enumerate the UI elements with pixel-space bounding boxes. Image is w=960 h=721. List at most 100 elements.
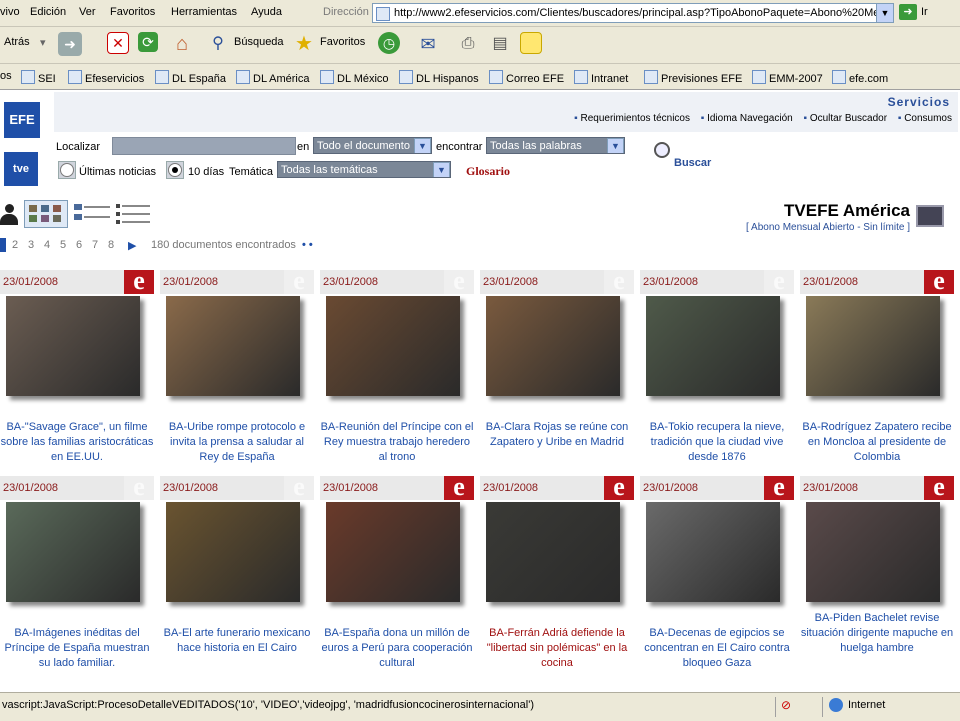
card-title-link[interactable]: BA-"Savage Grace", un filme sobre las fa… [0,420,154,465]
magnifier-icon[interactable] [654,142,670,158]
link-consumos[interactable]: Consumos [898,113,952,124]
search-button[interactable]: Búsqueda [234,36,284,48]
video-thumbnail[interactable] [646,296,780,396]
scope-select[interactable]: Todo el documento ▼ [313,137,432,154]
go-arrow-icon[interactable]: ➜ [899,4,917,20]
link-dl-espana[interactable]: DL España [155,70,226,85]
video-thumbnail[interactable] [166,296,300,396]
page-5[interactable]: 5 [60,239,66,251]
result-card[interactable]: 23/01/2008 e BA-España dona un millón de e… [320,474,474,672]
mail-icon[interactable]: ✉ [416,32,440,56]
page-6[interactable]: 6 [76,239,82,251]
result-card[interactable]: 23/01/2008 e BA-Decenas de egipcios se con… [640,474,794,672]
video-thumbnail[interactable] [6,502,140,602]
page-8[interactable]: 8 [108,239,114,251]
back-button[interactable]: Atrás [4,36,30,48]
result-card[interactable]: 23/01/2008 e BA-El arte funerario mexicano… [160,474,314,672]
page-3[interactable]: 3 [28,239,34,251]
print-icon[interactable]: ⎙ [456,32,480,56]
note-icon[interactable] [520,32,542,54]
menu-ayuda[interactable]: Ayuda [251,6,282,18]
page-7[interactable]: 7 [92,239,98,251]
link-idioma[interactable]: Idioma Navegación [701,113,793,124]
more-dots-icon[interactable]: • • [302,239,313,251]
favorites-button[interactable]: Favoritos [320,36,365,48]
card-title-link[interactable]: BA-Clara Rojas se reúne con Zapatero y U… [480,420,634,450]
link-sei[interactable]: SEI [21,70,56,85]
list-view-icon[interactable] [74,204,114,224]
card-title-link[interactable]: BA-Rodríguez Zapatero recibe en Moncloa … [800,420,954,465]
abono-link[interactable]: [ Abono Mensual Abierto - Sin límite ] [746,222,910,233]
result-card[interactable]: 23/01/2008 e BA-Reunión del Príncipe con e… [320,268,474,466]
card-title-link[interactable]: BA-Tokio recupera la nieve, tradición qu… [640,420,794,465]
link-efe-com[interactable]: efe.com [832,70,888,85]
video-thumbnail[interactable] [166,502,300,602]
card-title-link[interactable]: BA-Imágenes inéditas del Príncipe de Esp… [0,626,154,671]
card-title-link[interactable]: BA-Piden Bachelet revise situación dirig… [800,611,954,656]
result-card[interactable]: 23/01/2008 e BA-Rodríguez Zapatero recibe … [800,268,954,466]
menu-archivo[interactable]: vivo [0,6,20,18]
privacy-icon[interactable]: ⊘ [781,698,797,712]
detail-view-icon[interactable] [116,204,156,224]
card-title-link[interactable]: BA-Uribe rompe protocolo e invita la pre… [160,420,314,465]
link-efeservicios[interactable]: Efeservicios [68,70,144,85]
tematica-select[interactable]: Todas las temáticas ▼ [277,161,451,178]
go-button[interactable]: Ir [921,6,928,18]
radio-10-dias[interactable] [168,163,182,177]
search-input[interactable] [112,137,296,155]
page-2[interactable]: 2 [12,239,18,251]
result-card[interactable]: 23/01/2008 e BA-Ferrán Adriá defiende la "… [480,474,634,672]
video-thumbnail[interactable] [326,296,460,396]
result-card[interactable]: 23/01/2008 e BA-Tokio recupera la nieve, t… [640,268,794,466]
video-thumbnail[interactable] [326,502,460,602]
card-title-link[interactable]: BA-Reunión del Príncipe con el Rey muest… [320,420,474,465]
result-card[interactable]: 23/01/2008 e BA-Imágenes inéditas del Prín… [0,474,154,672]
result-card[interactable]: 23/01/2008 e BA-"Savage Grace", un filme s… [0,268,154,466]
card-title-link[interactable]: BA-España dona un millón de euros a Perú… [320,626,474,671]
link-dl-mexico[interactable]: DL México [320,70,389,85]
user-icon[interactable] [0,204,18,226]
link-previsiones-efe[interactable]: Previsiones EFE [644,70,742,85]
link-dl-hispanos[interactable]: DL Hispanos [399,70,479,85]
forward-arrow-icon[interactable]: ➜ [58,32,82,56]
card-title-link[interactable]: BA-Ferrán Adriá defiende la "libertad si… [480,626,634,671]
video-thumbnail[interactable] [486,502,620,602]
glosario-link[interactable]: Glosario [466,164,510,179]
address-bar[interactable]: http://www2.efeservicios.com/Clientes/bu… [372,3,894,23]
result-card[interactable]: 23/01/2008 e BA-Uribe rompe protocolo e in… [160,268,314,466]
home-icon[interactable]: ⌂ [170,32,194,56]
video-thumbnail[interactable] [646,502,780,602]
back-dropdown-icon[interactable]: ▾ [40,36,46,49]
link-dl-america[interactable]: DL América [236,70,309,85]
page-4[interactable]: 4 [44,239,50,251]
words-select[interactable]: Todas las palabras ▼ [486,137,625,154]
link-requerimientos[interactable]: Requerimientos técnicos [574,113,690,124]
result-card[interactable]: 23/01/2008 e BA-Piden Bachelet revise situ… [800,474,954,672]
link-ocultar-buscador[interactable]: Ocultar Buscador [803,113,887,124]
link-emm-2007[interactable]: EMM-2007 [752,70,823,85]
search-icon[interactable]: ⚲ [206,32,230,56]
card-title-link[interactable]: BA-El arte funerario mexicano hace histo… [160,626,314,656]
menu-edicion[interactable]: Edición [30,6,66,18]
link-correo-efe[interactable]: Correo EFE [489,70,564,85]
grid-view-icon[interactable] [24,200,68,228]
video-thumbnail[interactable] [806,502,940,602]
link-intranet[interactable]: Intranet [574,70,628,85]
radio-ultimas-noticias[interactable] [60,163,74,177]
video-thumbnail[interactable] [486,296,620,396]
stop-icon[interactable]: ✕ [107,32,129,54]
menu-favoritos[interactable]: Favoritos [110,6,155,18]
history-icon[interactable]: ◷ [378,32,400,54]
refresh-icon[interactable]: ⟳ [138,32,158,52]
next-page-arrow-icon[interactable]: ▶ [128,239,136,252]
menu-ver[interactable]: Ver [79,6,96,18]
video-thumbnail[interactable] [6,296,140,396]
address-dropdown-arrow-icon[interactable]: ▼ [876,4,893,22]
favorites-star-icon[interactable]: ★ [292,32,316,56]
result-card[interactable]: 23/01/2008 e BA-Clara Rojas se reúne con Z… [480,268,634,466]
video-thumbnail[interactable] [806,296,940,396]
edit-icon[interactable]: ▤ [488,32,512,56]
buscar-button[interactable]: Buscar [674,157,711,169]
card-title-link[interactable]: BA-Decenas de egipcios se concentran en … [640,626,794,671]
menu-herramientas[interactable]: Herramientas [171,6,237,18]
